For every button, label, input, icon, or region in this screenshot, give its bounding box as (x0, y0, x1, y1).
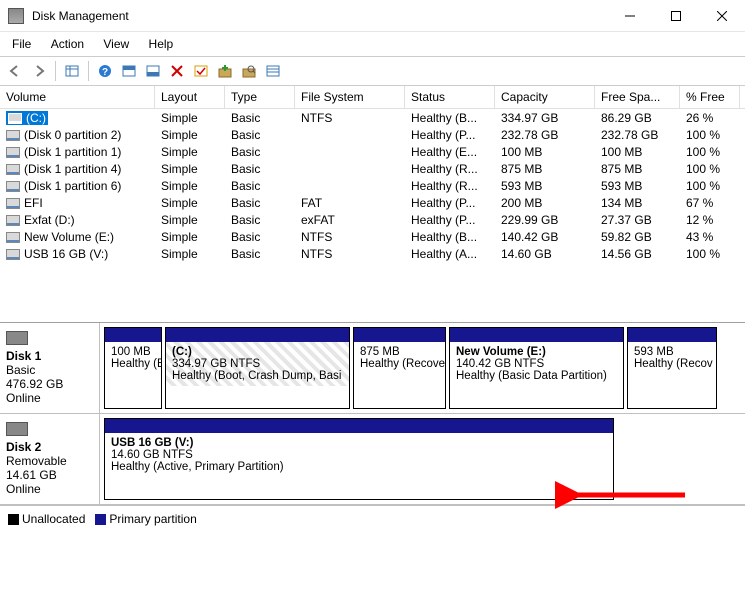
col-volume[interactable]: Volume (0, 86, 155, 108)
col-status[interactable]: Status (405, 86, 495, 108)
legend-unallocated-label: Unallocated (22, 512, 85, 526)
volume-row[interactable]: USB 16 GB (V:)SimpleBasicNTFSHealthy (A.… (0, 245, 745, 262)
app-icon (8, 8, 24, 24)
volume-row[interactable]: Exfat (D:)SimpleBasicexFATHealthy (P...2… (0, 211, 745, 228)
legend-primary-label: Primary partition (109, 512, 196, 526)
disk-row: Disk 1Basic476.92 GBOnline100 MBHealthy … (0, 323, 745, 414)
volume-list[interactable]: Volume Layout Type File System Status Ca… (0, 86, 745, 262)
partition[interactable]: (C:)334.97 GB NTFSHealthy (Boot, Crash D… (165, 327, 350, 409)
partition[interactable]: USB 16 GB (V:)14.60 GB NTFSHealthy (Acti… (104, 418, 614, 500)
properties-icon[interactable] (262, 60, 284, 82)
minimize-button[interactable] (607, 0, 653, 32)
help-icon[interactable]: ? (94, 60, 116, 82)
partition[interactable]: New Volume (E:)140.42 GB NTFSHealthy (Ba… (449, 327, 624, 409)
maximize-button[interactable] (653, 0, 699, 32)
disk-icon (6, 422, 28, 436)
partition[interactable]: 593 MBHealthy (Recov (627, 327, 717, 409)
menu-file[interactable]: File (4, 34, 39, 54)
disk-header[interactable]: Disk 2Removable14.61 GBOnline (0, 414, 100, 504)
add-disk-icon[interactable] (214, 60, 236, 82)
volume-row[interactable]: New Volume (E:)SimpleBasicNTFSHealthy (B… (0, 228, 745, 245)
col-filesystem[interactable]: File System (295, 86, 405, 108)
col-layout[interactable]: Layout (155, 86, 225, 108)
partition[interactable]: 875 MBHealthy (Recove (353, 327, 446, 409)
menu-view[interactable]: View (95, 34, 137, 54)
partition[interactable]: 100 MBHealthy (E (104, 327, 162, 409)
toolbar: ? (0, 57, 745, 86)
search-disk-icon[interactable] (238, 60, 260, 82)
menu-bar: File Action View Help (0, 32, 745, 57)
volume-row[interactable]: (C:)SimpleBasicNTFSHealthy (B...334.97 G… (0, 109, 745, 126)
title-bar: Disk Management (0, 0, 745, 32)
annotation-arrow (555, 475, 695, 515)
volume-row[interactable]: (Disk 1 partition 1)SimpleBasicHealthy (… (0, 143, 745, 160)
window-title: Disk Management (32, 9, 607, 23)
volume-row[interactable]: (Disk 1 partition 4)SimpleBasicHealthy (… (0, 160, 745, 177)
col-pctfree[interactable]: % Free (680, 86, 740, 108)
layout-top-icon[interactable] (118, 60, 140, 82)
column-headers[interactable]: Volume Layout Type File System Status Ca… (0, 86, 745, 109)
close-button[interactable] (699, 0, 745, 32)
legend-unallocated-swatch (8, 514, 19, 525)
grid-icon[interactable] (61, 60, 83, 82)
volume-row[interactable]: (Disk 0 partition 2)SimpleBasicHealthy (… (0, 126, 745, 143)
back-icon[interactable] (4, 60, 26, 82)
legend-primary-swatch (95, 514, 106, 525)
col-type[interactable]: Type (225, 86, 295, 108)
volume-row[interactable]: EFISimpleBasicFATHealthy (P...200 MB134 … (0, 194, 745, 211)
svg-text:?: ? (102, 67, 108, 78)
delete-icon[interactable] (166, 60, 188, 82)
check-icon[interactable] (190, 60, 212, 82)
col-capacity[interactable]: Capacity (495, 86, 595, 108)
menu-help[interactable]: Help (141, 34, 182, 54)
volume-row[interactable]: (Disk 1 partition 6)SimpleBasicHealthy (… (0, 177, 745, 194)
col-freespace[interactable]: Free Spa... (595, 86, 680, 108)
layout-bottom-icon[interactable] (142, 60, 164, 82)
menu-action[interactable]: Action (43, 34, 92, 54)
disk-icon (6, 331, 28, 345)
forward-icon[interactable] (28, 60, 50, 82)
disk-header[interactable]: Disk 1Basic476.92 GBOnline (0, 323, 100, 413)
